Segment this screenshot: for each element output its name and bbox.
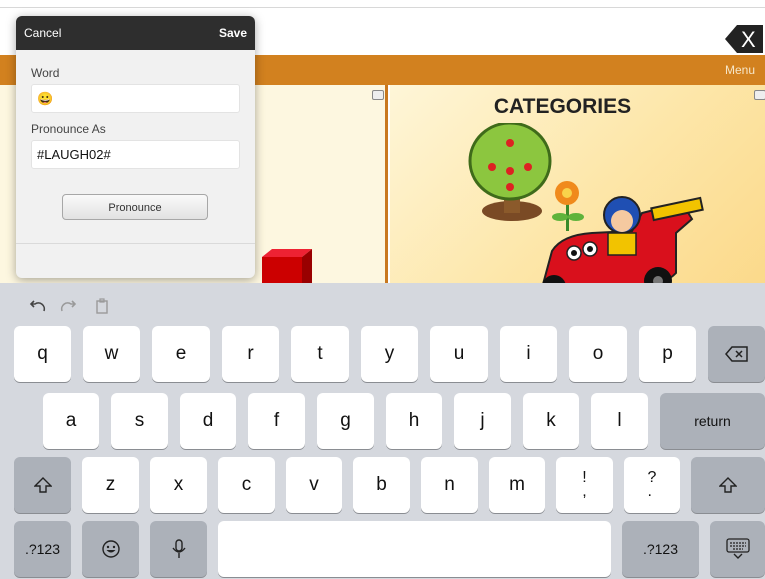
key-z[interactable]: z — [82, 457, 139, 513]
key-l[interactable]: l — [591, 393, 648, 449]
key-i[interactable]: i — [500, 326, 557, 382]
pronounce-as-label: Pronounce As — [31, 122, 106, 136]
key-r[interactable]: r — [222, 326, 279, 382]
close-button[interactable]: X — [725, 25, 763, 53]
shift-icon — [719, 477, 737, 493]
return-key[interactable]: return — [660, 393, 765, 449]
key-f[interactable]: f — [248, 393, 305, 449]
cancel-button[interactable]: Cancel — [24, 26, 61, 40]
key-q[interactable]: q — [14, 326, 71, 382]
keyboard-dismiss-icon — [725, 538, 750, 559]
delete-icon — [724, 346, 748, 362]
popover-header: Cancel Save — [16, 16, 255, 50]
dictation-key[interactable] — [150, 521, 207, 577]
popover-divider — [16, 243, 255, 244]
key-c[interactable]: c — [218, 457, 275, 513]
word-field-value: 😀 — [37, 91, 54, 106]
key-v[interactable]: v — [286, 457, 342, 513]
word-field[interactable]: 😀 — [31, 84, 240, 113]
key-g[interactable]: g — [317, 393, 374, 449]
emoji-icon — [101, 540, 120, 558]
dismiss-keyboard-key[interactable] — [710, 521, 765, 577]
key-x[interactable]: x — [150, 457, 207, 513]
key-n[interactable]: n — [421, 457, 478, 513]
key-k[interactable]: k — [523, 393, 579, 449]
key-w[interactable]: w — [83, 326, 140, 382]
shift-icon — [33, 477, 52, 493]
key-t[interactable]: t — [291, 326, 349, 382]
menu-button[interactable]: Menu — [725, 63, 755, 77]
word-label: Word — [31, 66, 60, 80]
tile-edit-icon[interactable] — [372, 90, 384, 100]
key-h[interactable]: h — [386, 393, 442, 449]
shift-key-right[interactable] — [691, 457, 765, 513]
onscreen-keyboard: q w e r t y u i o p a s d f g h j k l re… — [0, 283, 765, 579]
key-y[interactable]: y — [361, 326, 418, 382]
key-d[interactable]: d — [180, 393, 236, 449]
pronounce-button[interactable]: Pronounce — [62, 194, 208, 220]
redo-icon[interactable] — [60, 299, 78, 315]
categories-title: CATEGORIES — [493, 95, 632, 118]
categories-illustration — [468, 123, 704, 293]
paste-icon[interactable] — [94, 297, 110, 315]
pronounce-as-value: #LAUGH02# — [37, 147, 111, 162]
key-j[interactable]: j — [454, 393, 511, 449]
save-button[interactable]: Save — [219, 26, 247, 40]
key-question-period[interactable]: ? . — [624, 457, 680, 513]
key-s[interactable]: s — [111, 393, 168, 449]
top-edge — [0, 7, 765, 8]
key-o[interactable]: o — [569, 326, 627, 382]
key-b[interactable]: b — [353, 457, 410, 513]
microphone-icon — [171, 539, 186, 558]
key-exclamation-comma[interactable]: ! , — [556, 457, 613, 513]
shift-key-left[interactable] — [14, 457, 71, 513]
delete-key[interactable] — [708, 326, 765, 382]
emoji-key[interactable] — [82, 521, 139, 577]
edit-word-popover: Cancel Save Word 😀 Pronounce As #LAUGH02… — [16, 16, 255, 278]
numbers-key-left[interactable]: .?123 — [14, 521, 71, 577]
key-m[interactable]: m — [489, 457, 545, 513]
key-u[interactable]: u — [430, 326, 488, 382]
numbers-key-right[interactable]: .?123 — [622, 521, 699, 577]
tile-edit-icon[interactable] — [754, 90, 765, 100]
undo-icon[interactable] — [28, 299, 46, 315]
close-label: X — [741, 27, 756, 52]
key-e[interactable]: e — [152, 326, 210, 382]
space-bar[interactable] — [218, 521, 611, 577]
key-p[interactable]: p — [639, 326, 696, 382]
pronounce-as-field[interactable]: #LAUGH02# — [31, 140, 240, 169]
key-a[interactable]: a — [43, 393, 99, 449]
